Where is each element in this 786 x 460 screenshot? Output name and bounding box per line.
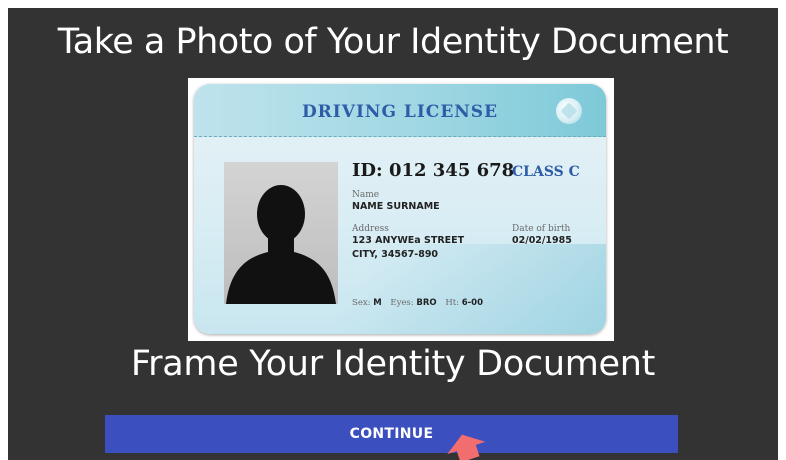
height-label: Ht: (445, 298, 460, 308)
name-label: Name (352, 190, 380, 200)
height-value: 6-00 (461, 298, 483, 308)
license-class: CLASS C (512, 164, 580, 180)
eyes-value: BRO (416, 298, 437, 308)
eyes-label: Eyes: (390, 298, 414, 308)
person-silhouette-icon (224, 162, 338, 304)
dob-label: Date of birth (512, 224, 571, 234)
page-title: Take a Photo of Your Identity Document (57, 22, 729, 62)
id-number: ID: 012 345 678 (352, 160, 515, 181)
address-line2: CITY, 34567-890 (352, 249, 439, 260)
address-label: Address (352, 224, 389, 234)
address-line1: 123 ANYWEa STREET (352, 235, 465, 246)
card-header: DRIVING LICENSE (194, 84, 606, 137)
physical-details: Sex: M Eyes: BRO Ht: 6-00 (352, 298, 489, 308)
driving-license-card: DRIVING LICENSE ID: 012 345 678 CLASS C … (194, 84, 606, 334)
sex-label: Sex: (352, 298, 371, 308)
card-seal-icon (556, 98, 582, 124)
cursor-arrow-icon (447, 434, 486, 460)
sex-value: M (373, 298, 382, 308)
name-value: NAME SURNAME (352, 201, 440, 212)
instruction-text: Frame Your Identity Document (130, 344, 656, 384)
document-example-image: DRIVING LICENSE ID: 012 345 678 CLASS C … (188, 78, 614, 341)
capture-screen: Take a Photo of Your Identity Document D… (8, 8, 778, 460)
dob-value: 02/02/1985 (512, 235, 572, 246)
card-title: DRIVING LICENSE (301, 102, 499, 122)
continue-button[interactable]: CONTINUE (105, 415, 678, 453)
